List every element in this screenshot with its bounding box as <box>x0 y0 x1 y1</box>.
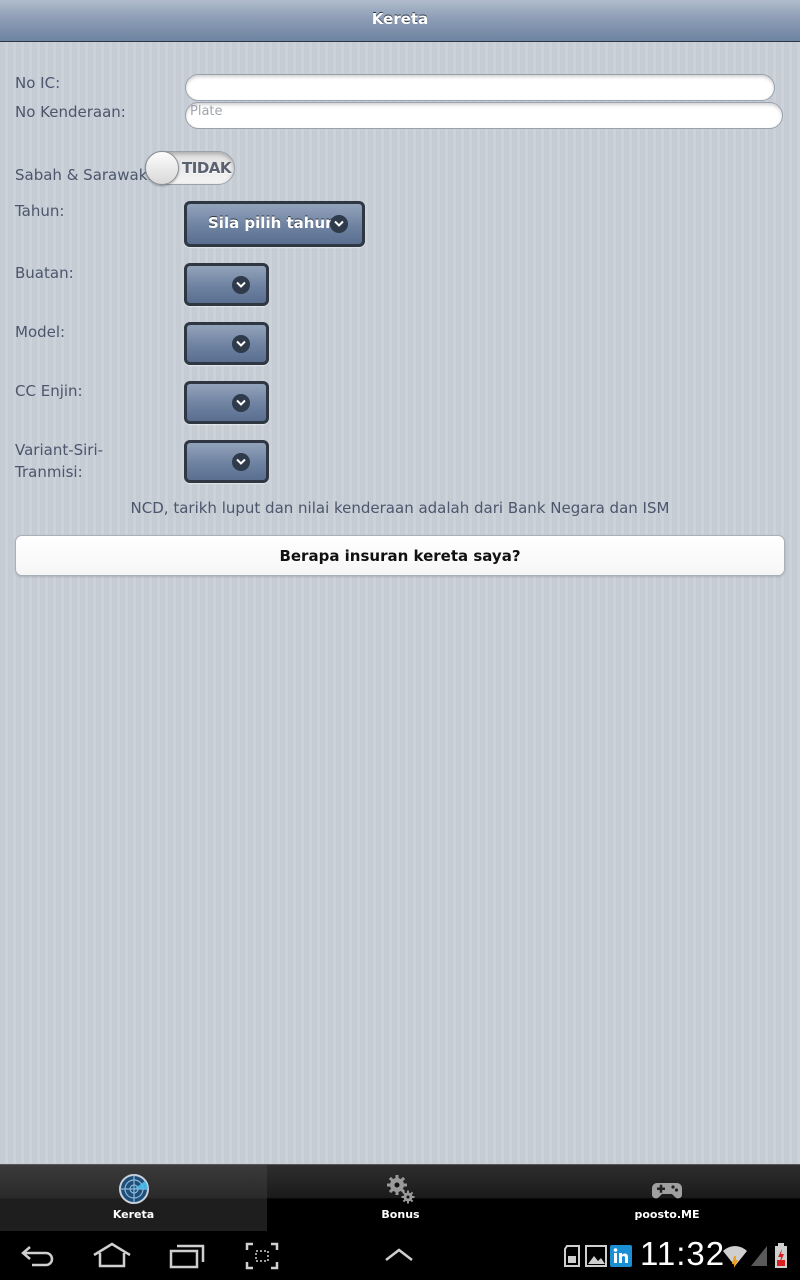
cc-select[interactable] <box>184 381 269 424</box>
variant-select[interactable] <box>184 440 269 483</box>
region-toggle-text: TIDAK <box>182 159 232 177</box>
gears-icon <box>385 1173 417 1205</box>
region-toggle[interactable]: TIDAK <box>145 151 235 185</box>
model-select[interactable] <box>184 322 269 365</box>
region-label: Sabah & Sarawak: <box>15 166 153 184</box>
gallery-icon <box>585 1245 607 1271</box>
recent-apps-icon[interactable] <box>168 1243 206 1273</box>
tab-kereta-label: Kereta <box>112 1208 155 1221</box>
signal-icon <box>750 1245 768 1271</box>
tab-poosto[interactable]: poosto.ME <box>534 1165 800 1231</box>
wifi-icon <box>722 1242 748 1272</box>
tab-kereta[interactable]: Kereta <box>0 1165 267 1231</box>
calculate-insurance-button[interactable]: Berapa insuran kereta saya? <box>15 535 785 576</box>
system-bar: 11:32 <box>0 1231 800 1280</box>
battery-icon <box>774 1243 788 1273</box>
year-label: Tahun: <box>15 202 65 220</box>
variant-label-line1: Variant-Siri- <box>15 441 104 459</box>
make-label: Buatan: <box>15 264 74 282</box>
tab-bar: Kereta Bonus poosto.ME <box>0 1164 800 1231</box>
year-select[interactable]: Sila pilih tahun <box>184 201 365 247</box>
year-select-text: Sila pilih tahun <box>208 214 336 232</box>
variant-label-line2: Tranmisi: <box>15 463 83 481</box>
chevron-down-icon <box>232 335 250 353</box>
back-icon[interactable] <box>20 1243 56 1273</box>
chevron-down-icon <box>232 394 250 412</box>
screenshot-icon[interactable] <box>245 1242 279 1274</box>
gamepad-icon <box>651 1173 683 1205</box>
tab-bonus-label: Bonus <box>381 1208 420 1221</box>
ic-input[interactable] <box>185 74 775 101</box>
chevron-down-icon <box>232 453 250 471</box>
source-note: NCD, tarikh luput dan nilai kenderaan ad… <box>130 499 670 517</box>
make-select[interactable] <box>184 263 269 306</box>
status-clock: 11:32 <box>640 1235 726 1272</box>
model-label: Model: <box>15 323 66 341</box>
tab-poosto-label: poosto.ME <box>634 1208 700 1221</box>
plate-input[interactable] <box>185 102 783 129</box>
page-title: Kereta <box>371 10 429 28</box>
sd-card-icon <box>563 1245 581 1271</box>
chevron-down-icon <box>330 215 348 233</box>
home-icon[interactable] <box>91 1241 133 1273</box>
tab-bonus[interactable]: Bonus <box>267 1165 534 1231</box>
linkedin-icon <box>610 1245 632 1271</box>
cc-label: CC Enjin: <box>15 382 83 400</box>
chevron-down-icon <box>232 276 250 294</box>
plate-label: No Kenderaan: <box>15 103 126 121</box>
calculate-insurance-label: Berapa insuran kereta saya? <box>279 547 521 565</box>
radar-globe-icon <box>118 1173 150 1205</box>
header-bar: Kereta <box>0 0 800 42</box>
ic-label: No IC: <box>15 74 61 92</box>
toggle-knob[interactable] <box>145 151 179 185</box>
menu-up-icon[interactable] <box>383 1247 415 1267</box>
